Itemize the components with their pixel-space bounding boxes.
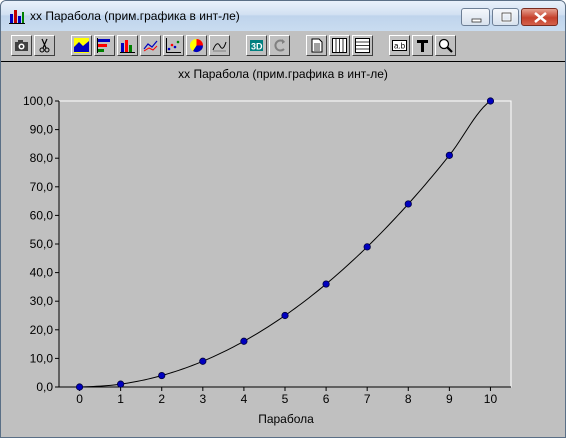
y-tick-label: 80,0 (30, 151, 54, 165)
data-point (322, 280, 330, 288)
y-tick-label: 0,0 (36, 380, 53, 394)
y-tick-label: 70,0 (30, 180, 54, 194)
data-point (75, 383, 84, 391)
x-tick-label: 4 (241, 392, 248, 406)
x-tick-label: 9 (446, 392, 453, 406)
y-tick-label: 10,0 (30, 351, 54, 365)
y-tick-label: 50,0 (30, 237, 54, 251)
data-point (404, 200, 412, 208)
x-tick-label: 3 (199, 392, 206, 406)
plot-area (58, 100, 512, 388)
x-axis-label: Парабола (258, 412, 314, 426)
data-point (199, 357, 207, 365)
x-tick-label: 5 (282, 392, 289, 406)
y-tick-label: 20,0 (30, 323, 54, 337)
data-point (363, 243, 371, 251)
x-tick-label: 1 (117, 392, 124, 406)
data-point (158, 371, 166, 380)
y-tick-label: 100,0 (23, 94, 53, 108)
y-tick-label: 90,0 (30, 123, 54, 137)
x-tick-label: 6 (323, 392, 330, 406)
x-tick-label: 10 (484, 392, 498, 406)
data-point (445, 151, 453, 159)
data-point (117, 380, 125, 388)
x-tick-label: 2 (158, 392, 165, 406)
data-point (240, 337, 248, 345)
data-point (486, 97, 495, 105)
y-tick-label: 40,0 (30, 266, 54, 280)
x-tick-label: 8 (405, 392, 412, 406)
x-tick-label: 0 (76, 392, 83, 406)
chart-window: xx Парабола (прим.графика в инт-ле) 3D a… (0, 0, 566, 438)
y-tick-label: 30,0 (30, 294, 54, 308)
data-point (281, 311, 289, 320)
y-tick-label: 60,0 (30, 208, 54, 222)
x-tick-label: 7 (364, 392, 371, 406)
chart-plot: 0,0 10,0 20,0 30,0 40,0 50,0 60,0 70,0 80,0 90,0 1… (23, 94, 512, 406)
